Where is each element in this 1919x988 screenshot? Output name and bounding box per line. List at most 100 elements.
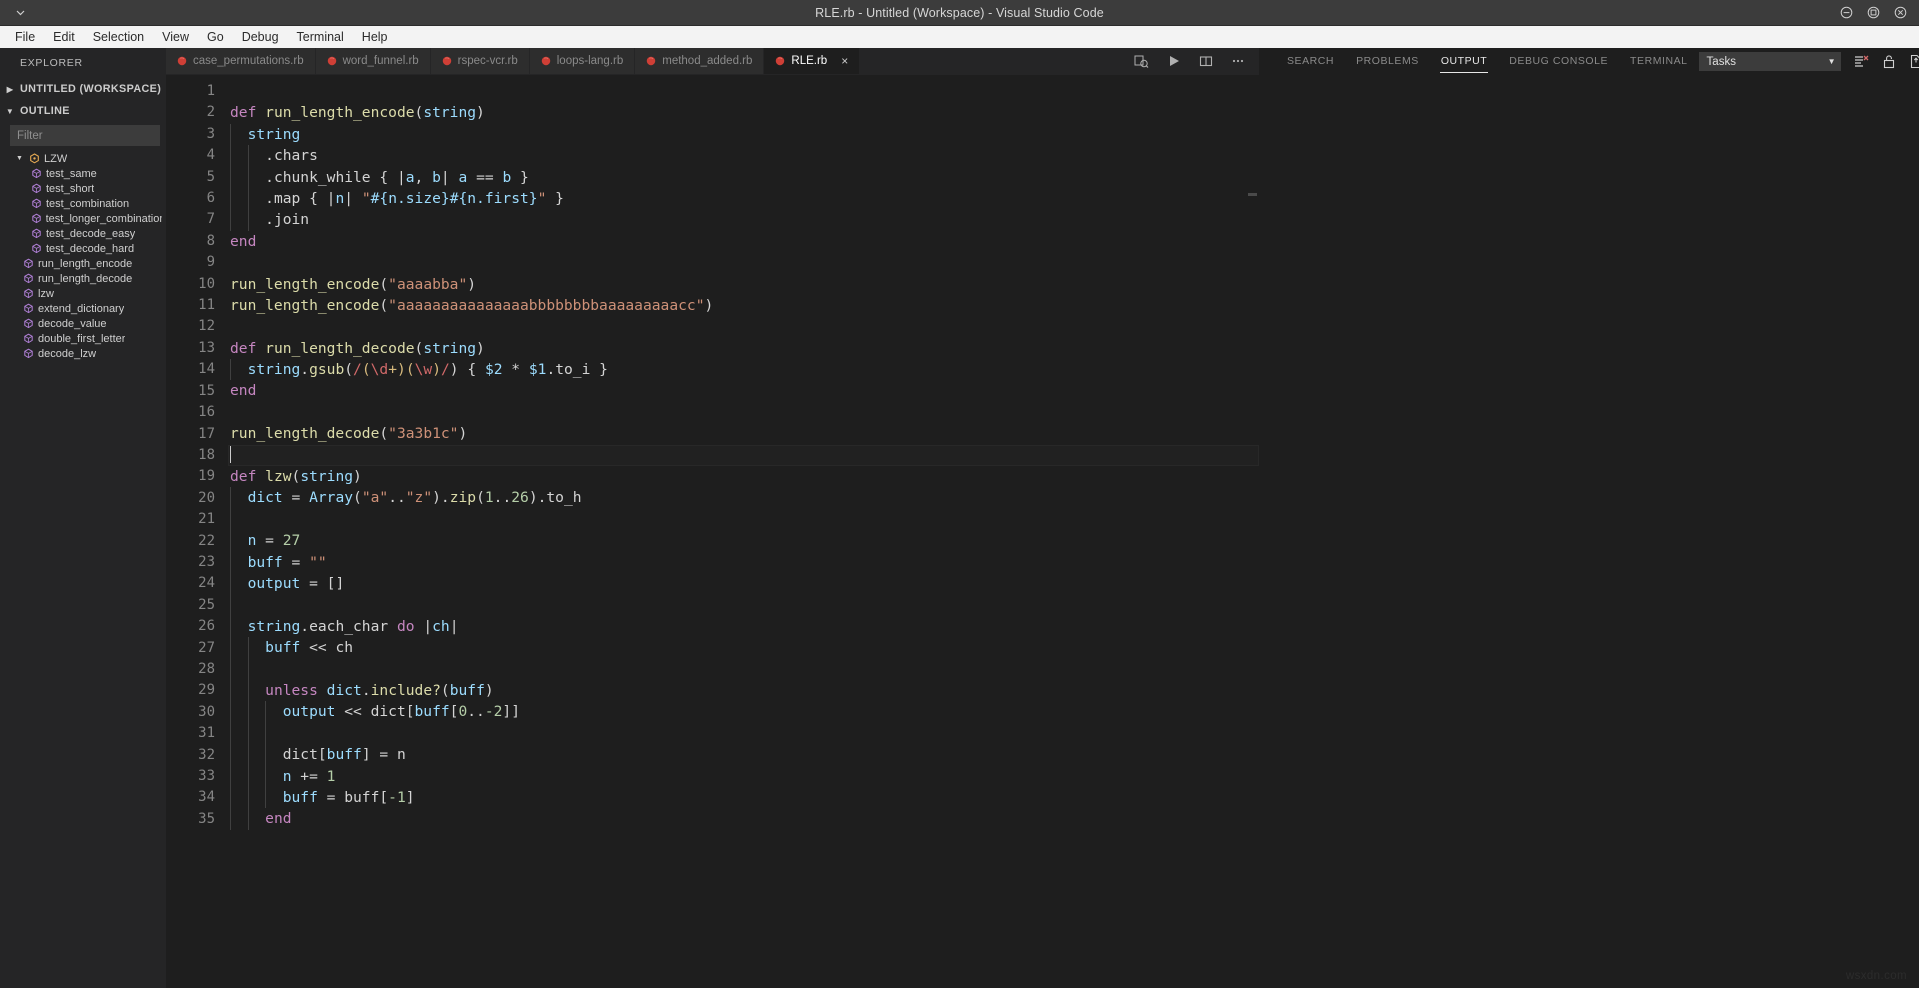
code-line[interactable]: .map { |n| "#{n.size}#{n.first}" } [228,188,1259,209]
code-line[interactable] [228,316,1259,337]
code-line[interactable]: .chunk_while { |a, b| a == b } [228,167,1259,188]
menu-view[interactable]: View [153,27,198,47]
indent-guide [230,637,231,658]
code-line[interactable]: output = [] [228,573,1259,594]
code-line[interactable]: buff = buff[-1] [228,787,1259,808]
sidebar-section-workspace[interactable]: ▶ UNTITLED (WORKSPACE) [0,78,166,100]
code-line[interactable]: run_length_decode("3a3b1c") [228,423,1259,444]
code-line[interactable]: end [228,231,1259,252]
menu-go[interactable]: Go [198,27,233,47]
outline-item-test-decode-hard[interactable]: test_decode_hard [0,241,166,256]
more-actions-icon[interactable] [1231,54,1245,68]
code-line[interactable] [228,445,1259,466]
panel-tab-output[interactable]: OUTPUT [1430,48,1498,75]
code-line[interactable]: def run_length_encode(string) [228,102,1259,123]
code-line[interactable]: output << dict[buff[0..-2]] [228,701,1259,722]
menu-help[interactable]: Help [353,27,397,47]
code-token: end [230,382,256,399]
code-line[interactable]: dict[buff] = n [228,744,1259,765]
menu-terminal[interactable]: Terminal [288,27,353,47]
code-line[interactable] [228,252,1259,273]
outline-item-lzw[interactable]: ▼ LZW [0,151,166,166]
split-editor-icon[interactable] [1199,54,1213,68]
code-line[interactable]: string.each_char do |ch| [228,616,1259,637]
code-line[interactable]: end [228,380,1259,401]
code-line[interactable] [228,594,1259,615]
outline-item-lzw-method[interactable]: lzw [0,286,166,301]
code-token: ( [476,489,485,506]
panel-tab-search[interactable]: SEARCH [1276,48,1345,75]
code-line[interactable]: unless dict.include?(buff) [228,680,1259,701]
panel-tab-terminal[interactable]: TERMINAL [1619,48,1699,75]
code-content[interactable]: def run_length_encode(string) string .ch… [228,75,1259,988]
clear-output-icon[interactable] [1854,54,1869,69]
open-in-editor-icon[interactable] [1909,54,1919,69]
code-line[interactable]: def lzw(string) [228,466,1259,487]
outline-item-decode-lzw[interactable]: decode_lzw [0,346,166,361]
outline-filter-input[interactable]: Filter [10,125,160,146]
method-icon [22,273,35,284]
outline-item-decode-value[interactable]: decode_value [0,316,166,331]
run-icon[interactable] [1167,54,1181,68]
outline-item-test-short[interactable]: test_short [0,181,166,196]
code-line[interactable]: buff << ch [228,637,1259,658]
code-line[interactable] [228,723,1259,744]
code-token: " [362,190,371,207]
code-line[interactable]: run_length_encode("aaaabba") [228,274,1259,295]
outline-item-test-same[interactable]: test_same [0,166,166,181]
tab-close-icon[interactable]: × [841,55,848,67]
sidebar-section-outline[interactable]: ▼ OUTLINE [0,100,166,122]
tab-rspec-vcr[interactable]: rspec-vcr.rb [431,48,530,74]
maximize-button[interactable] [1867,6,1880,19]
output-body[interactable]: wsxdn.com [1260,75,1919,988]
outline-item-test-longer-combination[interactable]: test_longer_combination [0,211,166,226]
code-token: .. [494,489,512,506]
minimize-button[interactable] [1840,6,1853,19]
outline-item-extend-dictionary[interactable]: extend_dictionary [0,301,166,316]
tab-rle[interactable]: RLE.rb × [764,48,860,74]
line-number: 3 [166,124,215,145]
outline-item-test-decode-easy[interactable]: test_decode_easy [0,226,166,241]
panel-tab-debug-console[interactable]: DEBUG CONSOLE [1498,48,1619,75]
tab-method-added[interactable]: method_added.rb [635,48,764,74]
method-icon [22,318,35,329]
code-line[interactable] [228,81,1259,102]
lock-scrolling-icon[interactable] [1882,54,1896,69]
outline-item-run-length-decode[interactable]: run_length_decode [0,271,166,286]
code-line[interactable]: run_length_encode("aaaaaaaaaaaaaaabbbbbb… [228,295,1259,316]
code-editor[interactable]: 1234567891011121314151617181920212223242… [166,75,1259,988]
open-changes-icon[interactable] [1134,54,1149,69]
output-channel-select[interactable]: Tasks ▼ [1699,52,1841,71]
code-line[interactable] [228,402,1259,423]
chevron-down-icon: ▼ [14,155,25,162]
code-token: string [300,468,353,485]
window-menu-chevron[interactable] [0,7,40,18]
menu-file[interactable]: File [6,27,44,47]
tab-word-funnel[interactable]: word_funnel.rb [316,48,431,74]
menu-debug[interactable]: Debug [233,27,288,47]
code-line[interactable]: string.gsub(/(\d+)(\w)/) { $2 * $1.to_i … [228,359,1259,380]
panel-tab-problems[interactable]: PROBLEMS [1345,48,1430,75]
outline-item-test-combination[interactable]: test_combination [0,196,166,211]
code-line[interactable] [228,659,1259,680]
code-line[interactable]: dict = Array("a".."z").zip(1..26).to_h [228,487,1259,508]
code-token: run_length_encode [265,104,414,121]
code-line[interactable]: buff = "" [228,552,1259,573]
tab-loops-lang[interactable]: loops-lang.rb [530,48,635,74]
code-line[interactable]: n += 1 [228,766,1259,787]
code-line[interactable]: n = 27 [228,530,1259,551]
indent-guide [265,787,266,808]
code-line[interactable] [228,509,1259,530]
outline-item-run-length-encode[interactable]: run_length_encode [0,256,166,271]
menu-edit[interactable]: Edit [44,27,84,47]
code-line[interactable]: string [228,124,1259,145]
close-button[interactable] [1894,6,1907,19]
code-line[interactable]: end [228,808,1259,829]
outline-item-double-first-letter[interactable]: double_first_letter [0,331,166,346]
code-line[interactable]: .chars [228,145,1259,166]
code-line[interactable]: .join [228,209,1259,230]
editor-scrollbar[interactable] [1248,193,1257,196]
menu-selection[interactable]: Selection [84,27,153,47]
tab-case-permutations[interactable]: case_permutations.rb [166,48,316,74]
code-line[interactable]: def run_length_decode(string) [228,338,1259,359]
